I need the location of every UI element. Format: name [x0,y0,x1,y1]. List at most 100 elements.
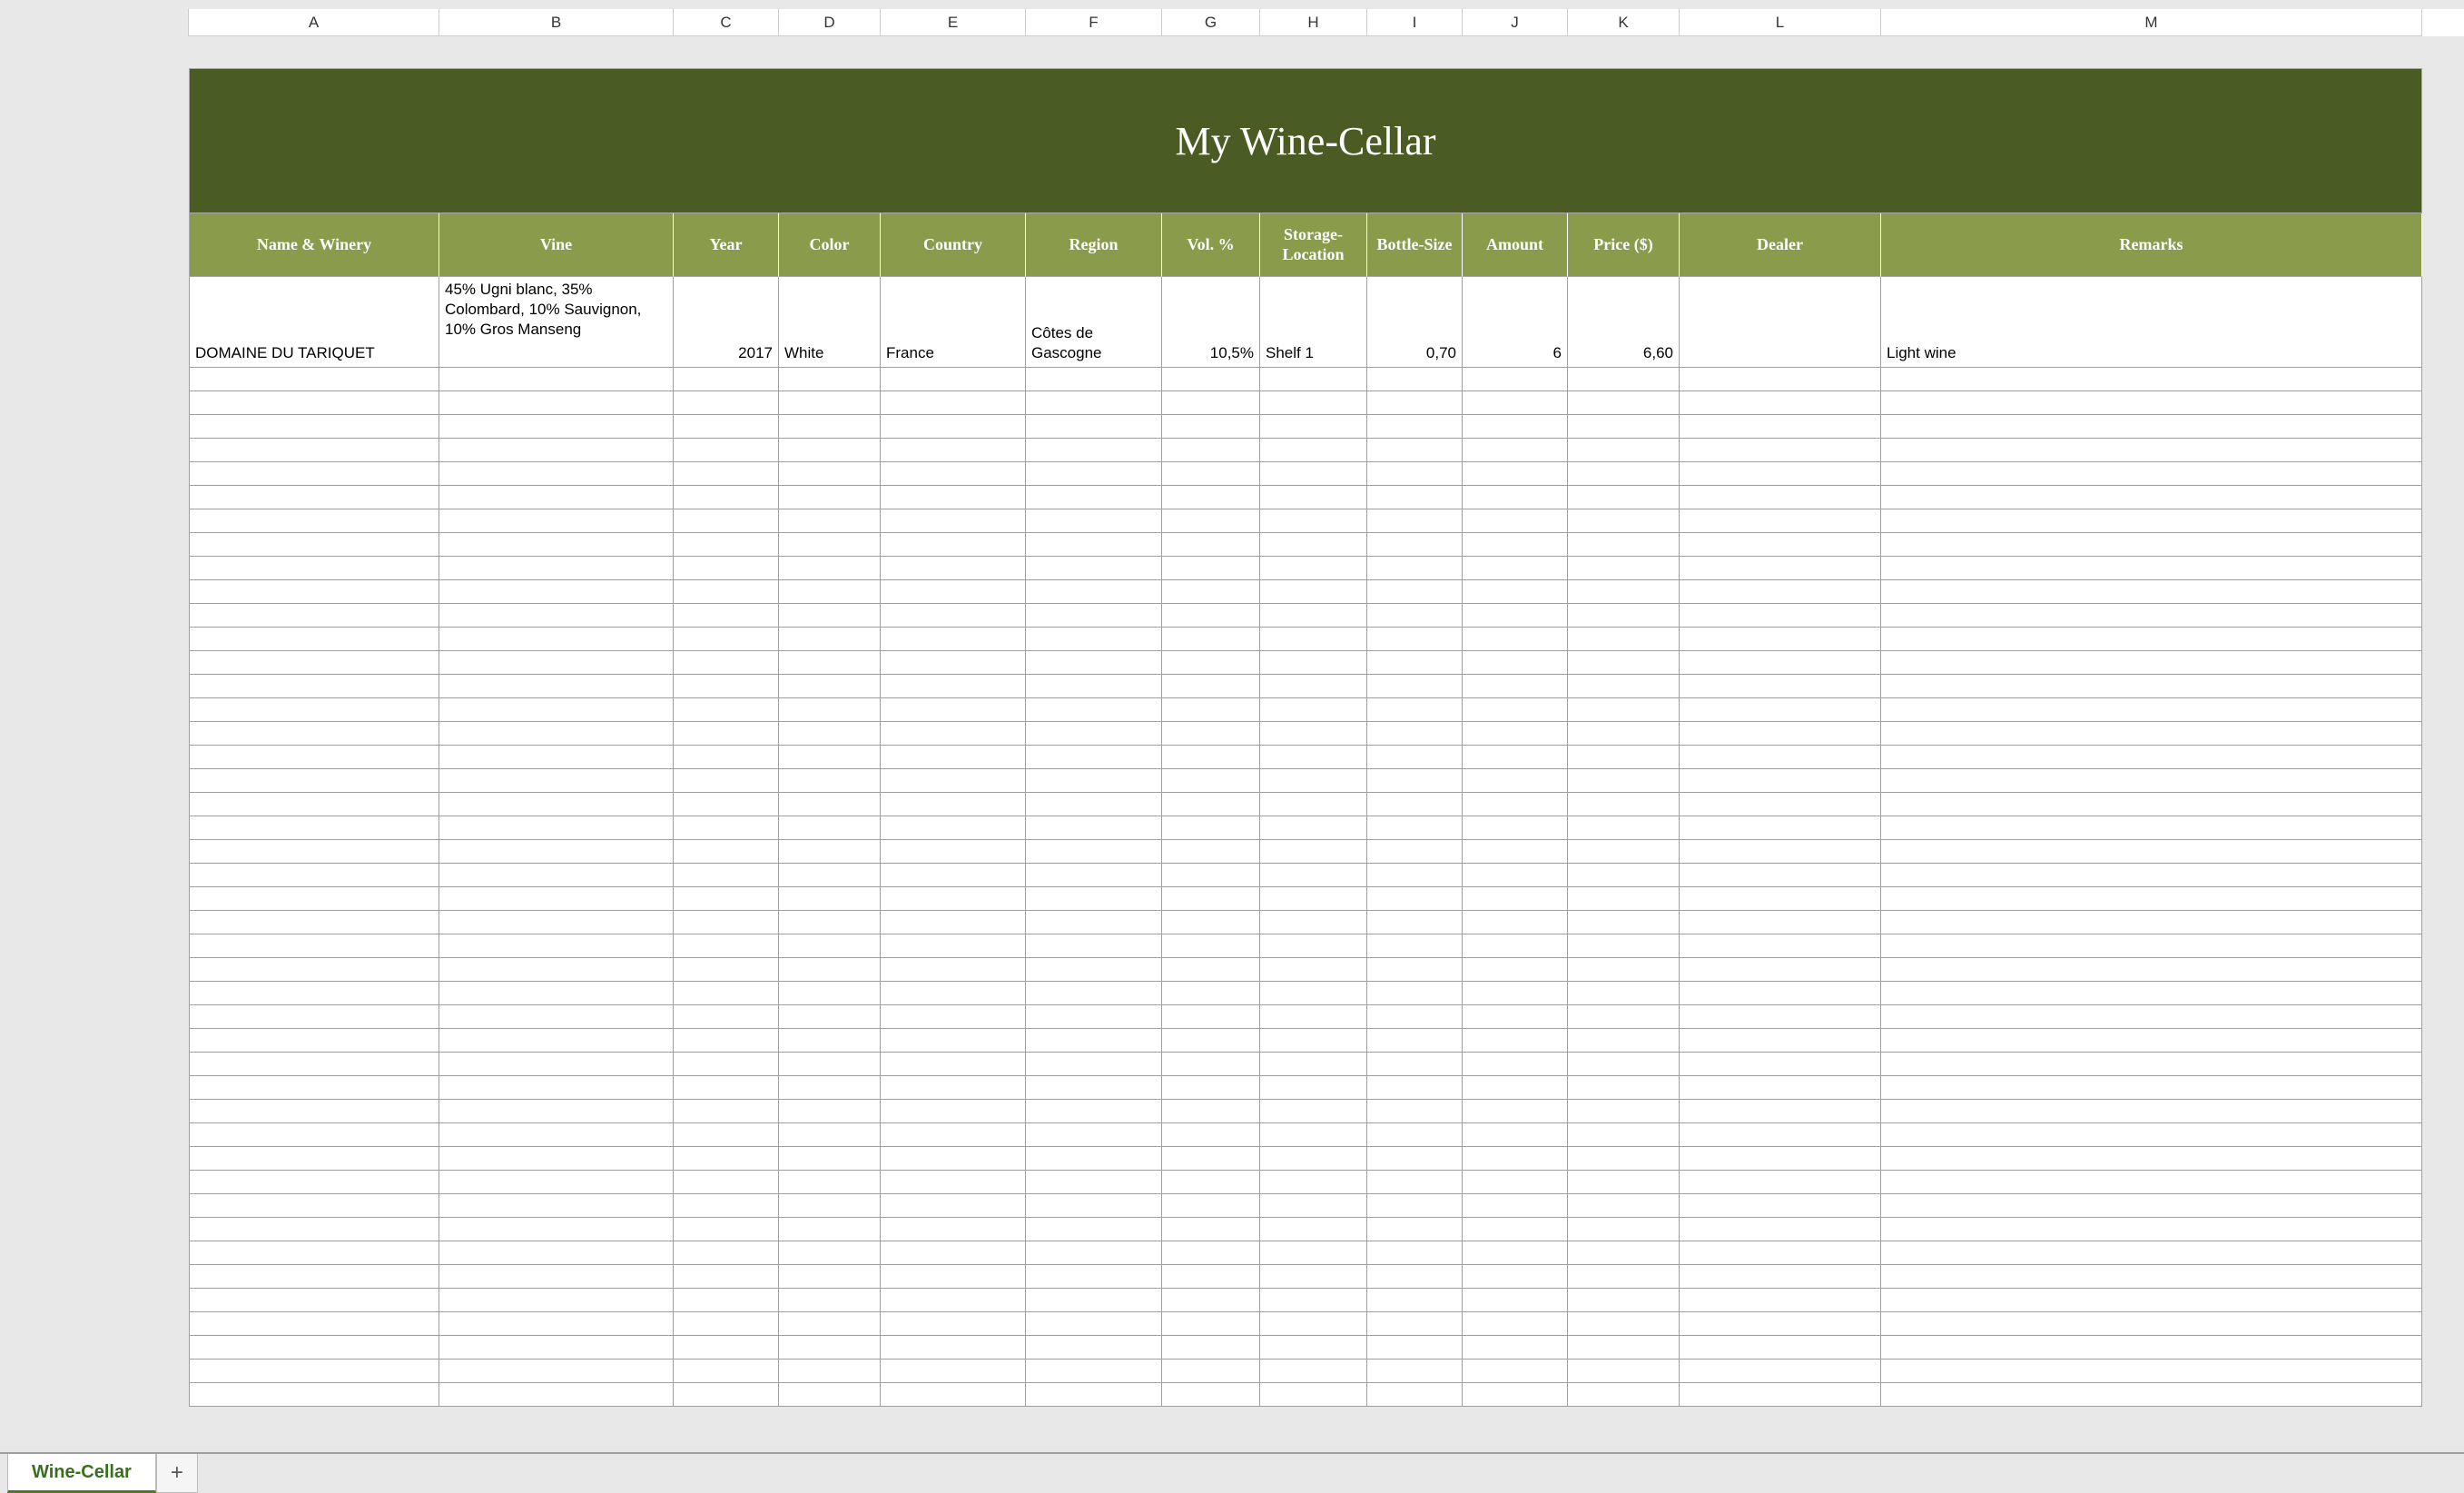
empty-cell[interactable] [1260,604,1367,628]
empty-cell[interactable] [189,722,439,746]
empty-cell[interactable] [1881,604,2422,628]
empty-cell[interactable] [881,1241,1026,1265]
empty-cell[interactable] [1026,1076,1162,1100]
empty-cell[interactable] [1026,557,1162,580]
empty-cell[interactable] [1568,1123,1680,1147]
empty-cell[interactable] [189,911,439,934]
empty-cell[interactable] [1881,439,2422,462]
empty-cell[interactable] [1680,1053,1881,1076]
empty-cell[interactable] [1680,887,1881,911]
empty-cell[interactable] [1568,509,1680,533]
empty-cell[interactable] [1026,462,1162,486]
empty-cell[interactable] [1260,1123,1367,1147]
empty-cell[interactable] [1367,1218,1463,1241]
empty-cell[interactable] [674,840,779,864]
empty-cell[interactable] [1680,1005,1881,1029]
empty-cell[interactable] [1260,1053,1367,1076]
empty-cell[interactable] [1568,911,1680,934]
empty-cell[interactable] [1568,958,1680,982]
empty-cell[interactable] [439,840,674,864]
empty-cell[interactable] [439,486,674,509]
empty-cell[interactable] [779,557,881,580]
empty-cell[interactable] [1881,982,2422,1005]
empty-cell[interactable] [1568,816,1680,840]
empty-cell[interactable] [1026,934,1162,958]
empty-cell[interactable] [1026,840,1162,864]
empty-cell[interactable] [1162,1005,1260,1029]
empty-cell[interactable] [779,675,881,698]
empty-cell[interactable] [1162,368,1260,391]
empty-cell[interactable] [439,557,674,580]
empty-cell[interactable] [1260,1147,1367,1171]
empty-cell[interactable] [1162,675,1260,698]
empty-cell[interactable] [674,864,779,887]
cell-storage-location[interactable]: Shelf 1 [1260,277,1367,368]
empty-cell[interactable] [1162,1241,1260,1265]
empty-cell[interactable] [779,1147,881,1171]
empty-cell[interactable] [1463,1100,1568,1123]
empty-cell[interactable] [1260,628,1367,651]
empty-cell[interactable] [1162,698,1260,722]
empty-cell[interactable] [1881,462,2422,486]
empty-cell[interactable] [1463,533,1568,557]
empty-cell[interactable] [1568,1360,1680,1383]
empty-cell[interactable] [1162,533,1260,557]
empty-cell[interactable] [1680,1076,1881,1100]
empty-cell[interactable] [1367,934,1463,958]
empty-cell[interactable] [189,864,439,887]
empty-cell[interactable] [779,604,881,628]
empty-cell[interactable] [674,368,779,391]
empty-cell[interactable] [189,533,439,557]
empty-cell[interactable] [1260,486,1367,509]
empty-cell[interactable] [1463,1029,1568,1053]
empty-cell[interactable] [439,604,674,628]
empty-cell[interactable] [1568,1383,1680,1407]
empty-cell[interactable] [1680,462,1881,486]
empty-cell[interactable] [779,1171,881,1194]
empty-cell[interactable] [1881,958,2422,982]
empty-cell[interactable] [881,580,1026,604]
empty-cell[interactable] [1026,1123,1162,1147]
empty-cell[interactable] [1881,1100,2422,1123]
empty-cell[interactable] [189,1218,439,1241]
empty-cell[interactable] [439,628,674,651]
empty-cell[interactable] [1881,1076,2422,1100]
empty-cell[interactable] [1568,1076,1680,1100]
empty-cell[interactable] [439,958,674,982]
empty-cell[interactable] [1881,864,2422,887]
empty-cell[interactable] [1162,462,1260,486]
empty-cell[interactable] [1463,415,1568,439]
empty-cell[interactable] [1260,982,1367,1005]
empty-cell[interactable] [881,651,1026,675]
empty-cell[interactable] [1568,1147,1680,1171]
empty-cell[interactable] [674,1312,779,1336]
empty-cell[interactable] [439,1289,674,1312]
empty-cell[interactable] [1568,368,1680,391]
empty-cell[interactable] [1680,391,1881,415]
empty-cell[interactable] [1367,651,1463,675]
empty-cell[interactable] [1881,580,2422,604]
empty-cell[interactable] [1568,604,1680,628]
empty-cell[interactable] [881,462,1026,486]
empty-cell[interactable] [1680,934,1881,958]
empty-cell[interactable] [189,1265,439,1289]
empty-cell[interactable] [1680,675,1881,698]
empty-cell[interactable] [1260,958,1367,982]
empty-cell[interactable] [189,840,439,864]
empty-cell[interactable] [1260,911,1367,934]
empty-cell[interactable] [1568,864,1680,887]
empty-cell[interactable] [1367,368,1463,391]
empty-cell[interactable] [1463,486,1568,509]
empty-cell[interactable] [674,1076,779,1100]
cell-vine[interactable]: 45% Ugni blanc, 35% Colombard, 10% Sauvi… [439,277,674,368]
empty-cell[interactable] [1260,1029,1367,1053]
empty-cell[interactable] [1026,698,1162,722]
empty-cell[interactable] [674,391,779,415]
cell-bottle-size[interactable]: 0,70 [1367,277,1463,368]
empty-cell[interactable] [779,1123,881,1147]
empty-cell[interactable] [1162,887,1260,911]
empty-cell[interactable] [674,1171,779,1194]
empty-cell[interactable] [189,1241,439,1265]
empty-cell[interactable] [1367,1383,1463,1407]
empty-cell[interactable] [1260,1171,1367,1194]
